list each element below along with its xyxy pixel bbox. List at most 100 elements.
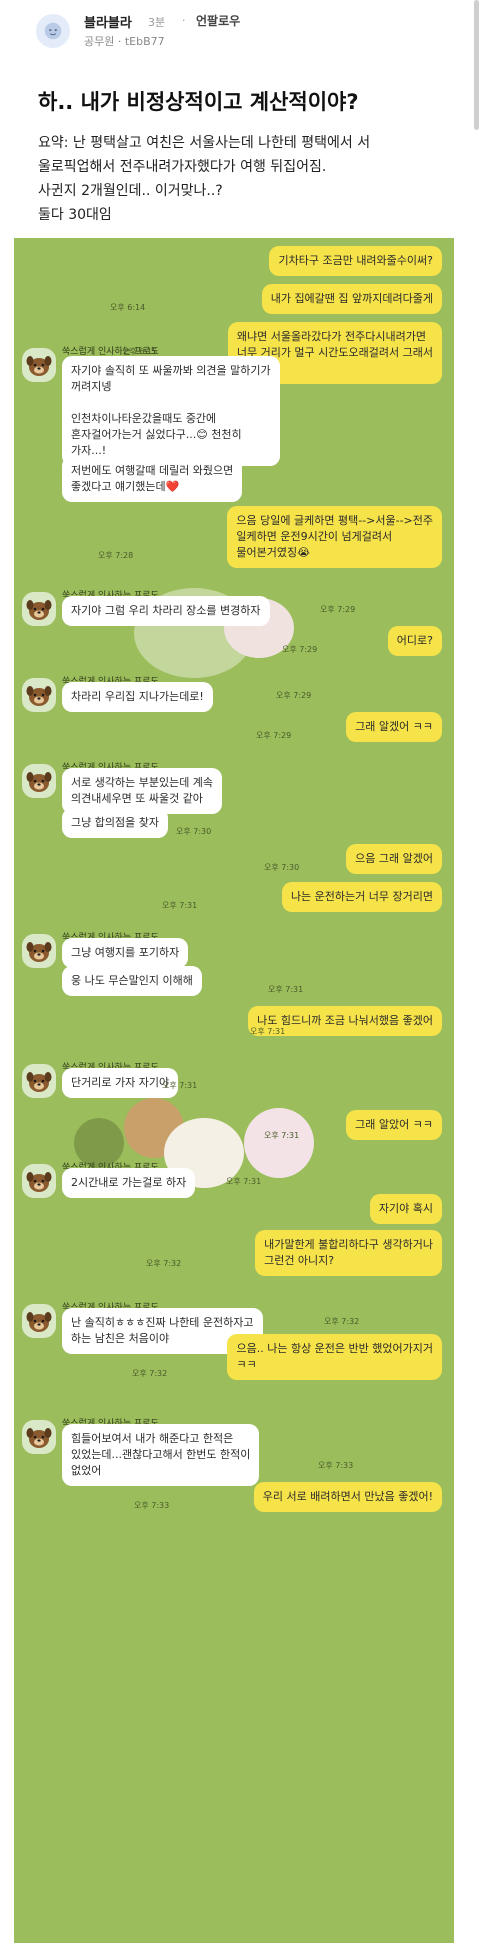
dog-character-icon — [26, 356, 52, 376]
message-line: 차라리 우리집 지나가는데로! — [71, 690, 204, 703]
chat-screenshot: 쑥스럽게 인사하는 프로도쑥스럽게 인사하는 프로도쑥스럽게 인사하는 프로도쑥… — [14, 238, 454, 1943]
message-timestamp: 오후 7:29 — [282, 645, 318, 654]
message-line: 좋겠다고 얘기했는데❤️ — [71, 480, 180, 493]
follow-status[interactable]: 언팔로우 — [196, 12, 240, 29]
message-line: 없었어 — [71, 1464, 102, 1477]
message-line: 혼자걸어가는거 싫었다구...😊 천천히 — [71, 428, 242, 441]
partner-message-bubble[interactable]: 자기야 그럼 우리 차라리 장소를 변경하자 — [62, 596, 270, 626]
my-message-bubble[interactable]: 내가 집에갈땐 집 앞까지데려다줄게 — [261, 284, 442, 314]
my-message-bubble[interactable]: 기차타구 조금만 내려와줄수이써? — [269, 246, 442, 276]
my-message-bubble[interactable]: 나는 운전하는거 너무 장거리면 — [281, 882, 442, 912]
message-timestamp: 오후 7:33 — [134, 1501, 170, 1510]
post-body-line: 둘다 30대임 — [38, 207, 112, 223]
post-title: 하.. 내가 비정상적이고 계산적이야? — [38, 90, 359, 114]
dog-character-icon — [26, 686, 52, 706]
partner-message-bubble[interactable]: 그냥 여행지를 포기하자 — [62, 938, 189, 968]
message-line — [71, 395, 271, 411]
message-timestamp: 오후 7:31 — [226, 1177, 262, 1186]
message-line: 그래 알겠어 ㅋㅋ — [355, 720, 433, 733]
partner-message-bubble[interactable]: 힘들어보여서 내가 해준다고 한적은있었는데...괜찮다고해서 한번도 한적이없… — [62, 1424, 260, 1486]
my-message-bubble[interactable]: 그래 알았어 ㅋㅋ — [346, 1110, 442, 1140]
user-avatar[interactable] — [36, 14, 70, 48]
poster-name[interactable]: 블라블라 — [84, 12, 132, 31]
dog-character-icon — [26, 1428, 52, 1448]
scrollbar[interactable] — [474, 0, 479, 130]
partner-avatar[interactable] — [22, 1164, 56, 1198]
message-timestamp: 오후 7:28 — [98, 551, 134, 560]
message-line: 하는 남친은 처음이야 — [71, 1332, 170, 1345]
my-message-bubble[interactable]: 자기야 혹시 — [369, 1194, 442, 1224]
message-line: 기차타구 조금만 내려와줄수이써? — [278, 254, 433, 267]
message-line: 난 솔직히ㅎㅎㅎ진짜 나한테 운전하자고 — [71, 1316, 254, 1329]
partner-avatar[interactable] — [22, 1304, 56, 1338]
message-line: 의견내세우면 또 싸울것 같아 — [71, 792, 203, 805]
message-line: 그냥 합의점을 찾자 — [71, 816, 159, 829]
message-line: 왜냐면 서울올라갔다가 전주다시내려가면 — [236, 330, 426, 343]
message-line: 그래 알았어 ㅋㅋ — [355, 1118, 433, 1131]
message-line: 힘들어보여서 내가 해준다고 한적은 — [71, 1432, 234, 1445]
message-timestamp: 오후 7:31 — [162, 1081, 198, 1090]
message-timestamp: 오후 7:32 — [324, 1317, 360, 1326]
partner-avatar[interactable] — [22, 592, 56, 626]
message-line: 어디로? — [396, 634, 433, 647]
message-line: 단거리로 가자 자기야 — [71, 1076, 170, 1089]
post-time: 3분 — [148, 16, 166, 29]
post-body-line: 울로픽업해서 전주내려가자했다가 여행 뒤집어짐. — [38, 159, 327, 175]
message-timestamp: 오후 7:30 — [264, 863, 300, 872]
partner-message-bubble[interactable]: 자기야 솔직히 또 싸울까봐 의견을 말하기가 꺼려지넹 인천차이나타운갔을때도 중… — [62, 356, 280, 466]
message-timestamp: 오후 7:30 — [176, 827, 212, 836]
partner-message-bubble[interactable]: 2시간내로 가는걸로 하자 — [62, 1168, 196, 1198]
message-line: 으음 당일에 글케하면 평택-->서울-->전주 — [236, 514, 433, 527]
message-line: 나는 운전하는거 너무 장거리면 — [290, 890, 433, 903]
post-body-line: 사귄지 2개월인데.. 이거맞나..? — [38, 183, 223, 199]
message-timestamp: 오후 7:31 — [250, 1027, 286, 1036]
partner-avatar[interactable] — [22, 1064, 56, 1098]
dog-character-icon — [26, 942, 52, 962]
message-timestamp: 오후 7:33 — [318, 1461, 354, 1470]
dog-character-icon — [26, 772, 52, 792]
separator-dot: · — [182, 14, 186, 27]
my-message-bubble[interactable]: 우리 서로 배려하면서 만났음 좋겠어! — [253, 1482, 442, 1512]
message-timestamp: 오후 6:14 — [110, 303, 146, 312]
message-line: 일케하면 운전9시간이 넘게걸려서 — [236, 530, 393, 543]
message-line: 자기야 혹시 — [378, 1202, 433, 1215]
message-line: 우리 서로 배려하면서 만났음 좋겠어! — [262, 1490, 433, 1503]
message-line: 2시간내로 가는걸로 하자 — [71, 1176, 187, 1189]
my-message-bubble[interactable]: 내가말한게 불합리하다구 생각하거나그런건 아니지? — [255, 1230, 442, 1276]
partner-avatar[interactable] — [22, 1420, 56, 1454]
partner-message-bubble[interactable]: 차라리 우리집 지나가는데로! — [62, 682, 213, 712]
anonymous-user-icon — [44, 22, 62, 40]
message-line: 저번에도 여행갈때 데릴러 와줬으면 — [71, 464, 234, 477]
message-line: 웅 나도 무슨말인지 이해해 — [71, 974, 193, 987]
partner-message-bubble[interactable]: 저번에도 여행갈때 데릴러 와줬으면좋겠다고 얘기했는데❤️ — [62, 456, 243, 502]
partner-message-bubble[interactable]: 웅 나도 무슨말인지 이해해 — [62, 966, 202, 996]
message-line: 내가 집에갈땐 집 앞까지데려다줄게 — [270, 292, 433, 305]
message-timestamp: 오후 7:29 — [256, 731, 292, 740]
message-timestamp: 오후 7:29 — [276, 691, 312, 700]
partner-message-bubble[interactable]: 단거리로 가자 자기야 — [62, 1068, 179, 1098]
my-message-bubble[interactable]: 그래 알겠어 ㅋㅋ — [346, 712, 442, 742]
message-line: 내가말한게 불합리하다구 생각하거나 — [264, 1238, 433, 1251]
my-message-bubble[interactable]: 으음 당일에 글케하면 평택-->서울-->전주일케하면 운전9시간이 넘게걸려… — [227, 506, 442, 568]
partner-avatar[interactable] — [22, 764, 56, 798]
partner-avatar[interactable] — [22, 348, 56, 382]
my-message-bubble[interactable]: 으음 그래 알겠어 — [346, 844, 442, 874]
message-line: 꺼려지넹 — [71, 380, 112, 393]
message-line: 있었는데...괜찮다고해서 한번도 한적이 — [71, 1448, 251, 1461]
my-message-bubble[interactable]: 어디로? — [387, 626, 442, 656]
post-header: 블라블라 3분 · 언팔로우 공무원 · tEbB77 — [0, 0, 480, 60]
message-line: 그런건 아니지? — [264, 1254, 335, 1267]
post-body-line: 요약: 난 평택살고 여친은 서울사는데 나한테 평택에서 서 — [38, 135, 371, 151]
message-timestamp: 오후 7:32 — [132, 1369, 168, 1378]
message-line: 물어본거였징😭 — [236, 546, 310, 559]
my-message-bubble[interactable]: 으음.. 나는 항상 운전은 반반 했었어가지거 ㅋㅋ — [227, 1334, 442, 1380]
message-timestamp: 오후 7:29 — [320, 605, 356, 614]
message-line: 자기야 그럼 우리 차라리 장소를 변경하자 — [71, 604, 261, 617]
message-line: 으음 그래 알겠어 — [355, 852, 433, 865]
message-timestamp: 오후 7:31 — [264, 1131, 300, 1140]
partner-avatar[interactable] — [22, 934, 56, 968]
partner-avatar[interactable] — [22, 678, 56, 712]
dog-character-icon — [26, 1072, 52, 1092]
poster-job: 공무원 · tEbB77 — [84, 35, 165, 48]
partner-message-bubble[interactable]: 그냥 합의점을 찾자 — [62, 808, 168, 838]
